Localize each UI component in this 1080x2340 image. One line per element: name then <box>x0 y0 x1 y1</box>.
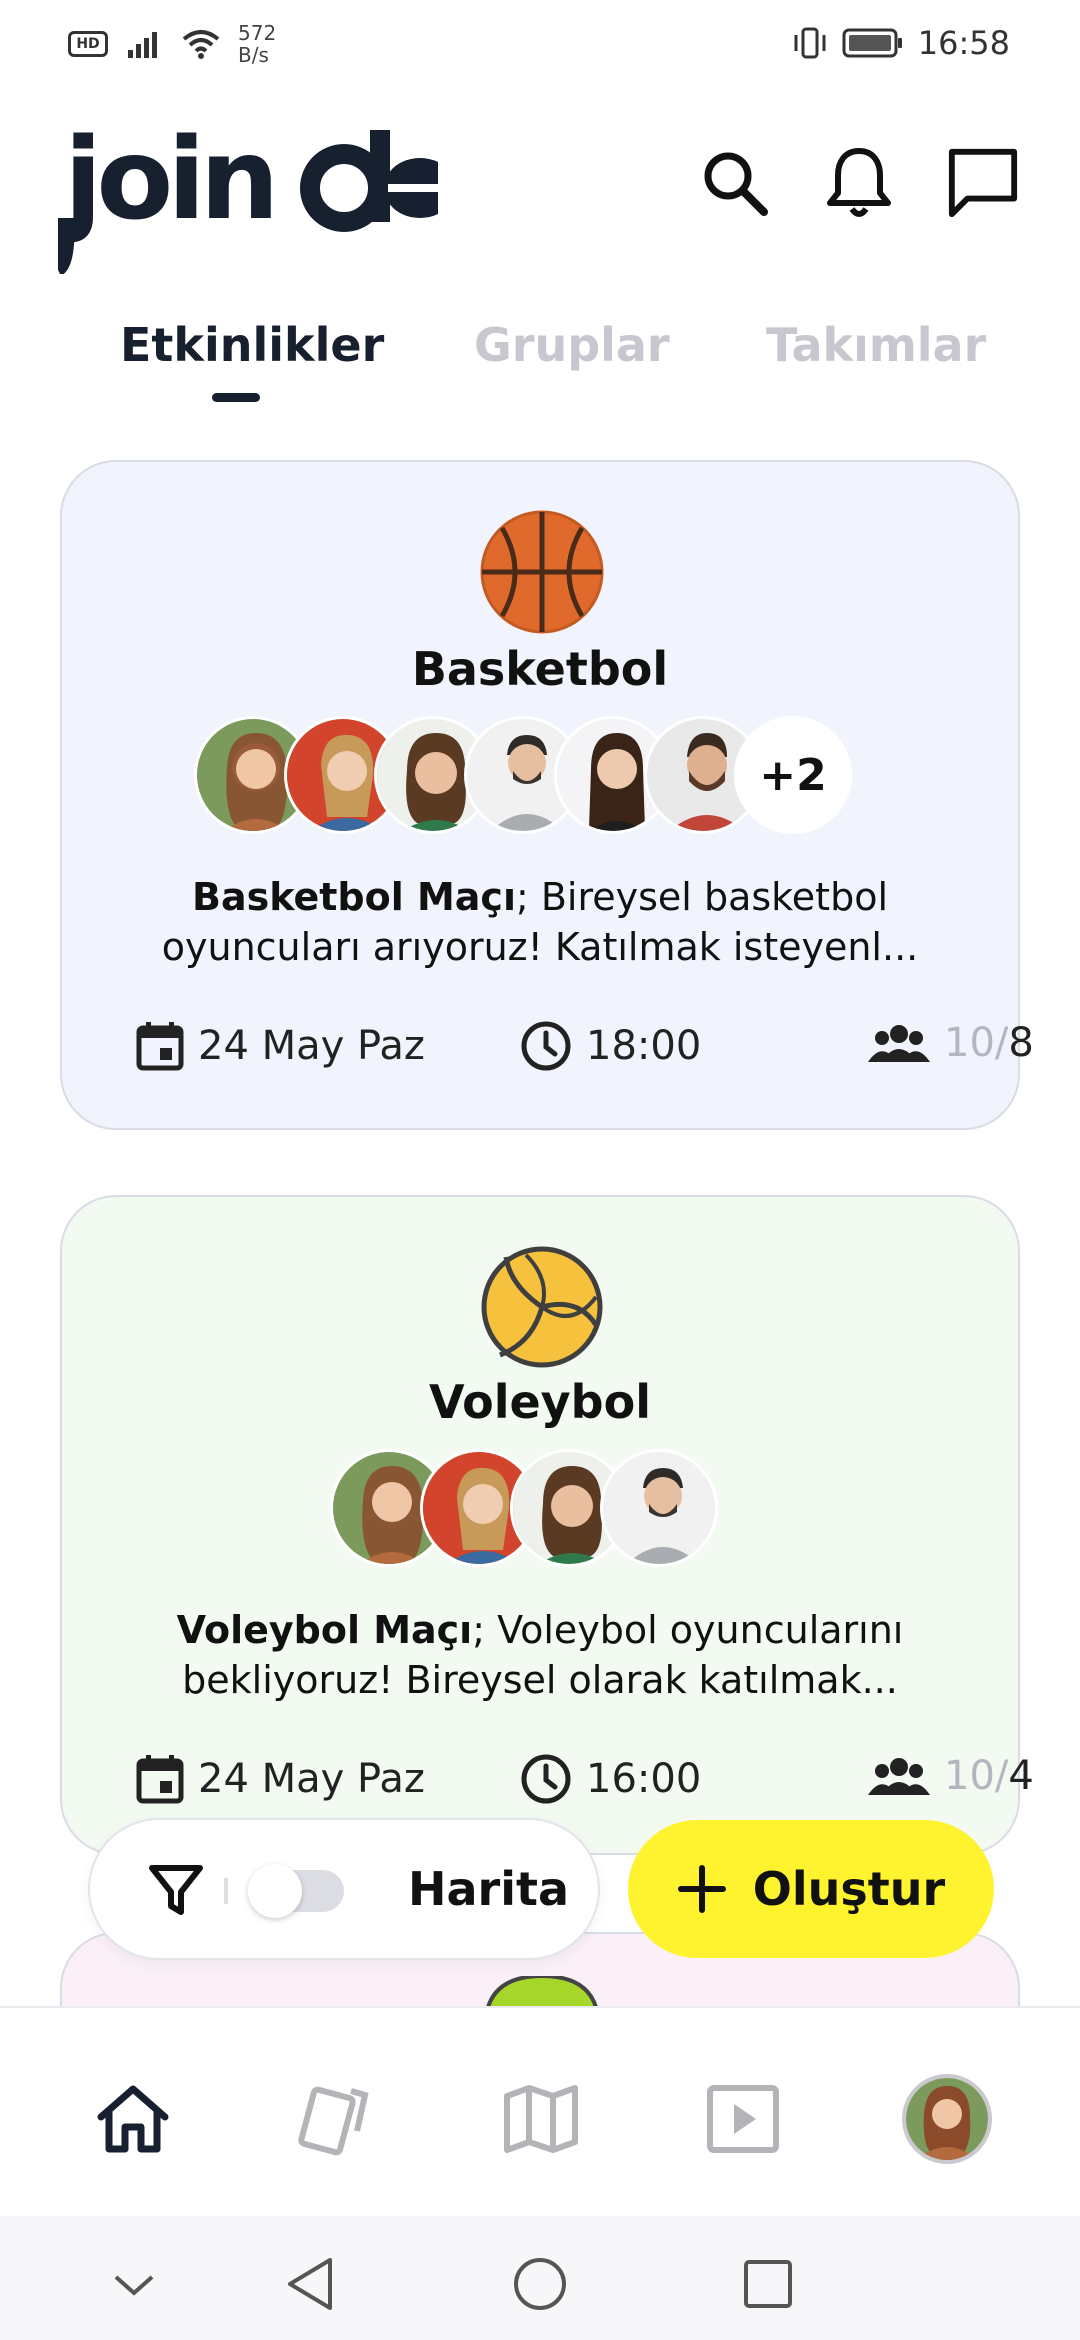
speed-value: 572 <box>238 21 277 45</box>
vibrate-icon <box>794 27 826 59</box>
event-card-basketbol[interactable]: Basketbol +2 Basketbol Maçı; Bireysel ba… <box>60 460 1034 1130</box>
bell-icon <box>827 148 891 217</box>
network-speed: 572 B/s <box>238 22 276 66</box>
clock: 16:58 <box>917 24 1010 62</box>
map-label[interactable]: Harita <box>408 1862 569 1916</box>
bottom-nav <box>0 2006 1080 2216</box>
capacity-total: 4 <box>1008 1753 1034 1799</box>
recents-button[interactable] <box>738 2254 798 2314</box>
filter-map-bar: Harita <box>88 1818 600 1960</box>
wifi-icon <box>182 30 220 59</box>
messages-button[interactable] <box>946 146 1020 220</box>
volleyball-icon <box>481 1246 603 1368</box>
filter-icon[interactable] <box>146 1860 206 1920</box>
cards-icon <box>298 2086 369 2156</box>
capacity-total: 8 <box>1008 1020 1034 1066</box>
event-card-voleybol[interactable]: Voleybol Voleybol Maçı; Voleybol oyuncul… <box>60 1195 1034 1855</box>
back-icon <box>288 2258 332 2310</box>
nav-videos[interactable] <box>698 2074 788 2164</box>
tab-bar: Etkinlikler Gruplar Takımlar <box>0 300 1080 410</box>
event-time: 16:00 <box>520 1753 701 1805</box>
collapse-button[interactable] <box>104 2254 164 2314</box>
map-toggle[interactable] <box>248 1864 344 1918</box>
nav-cards[interactable] <box>292 2074 382 2164</box>
home-button[interactable] <box>510 2254 570 2314</box>
event-date-text: 24 May Paz <box>198 1756 425 1802</box>
nav-map[interactable] <box>496 2074 586 2164</box>
more-participants-badge[interactable]: +2 <box>734 716 852 834</box>
people-icon <box>868 1025 930 1062</box>
capacity-separator: / <box>994 1753 1009 1799</box>
event-title: Basketbol <box>411 642 669 696</box>
logo-text: join <box>60 115 273 245</box>
search-icon <box>704 152 768 216</box>
calendar-icon <box>136 1755 184 1804</box>
joinde-logo: join <box>58 115 438 274</box>
battery-icon <box>842 28 902 58</box>
participant-avatars[interactable]: +2 <box>194 716 852 834</box>
home-icon <box>97 2085 169 2153</box>
home-circle-icon <box>514 2258 566 2310</box>
notifications-button[interactable] <box>822 146 896 220</box>
create-label: Oluştur <box>752 1862 946 1916</box>
event-capacity: 10/8 <box>868 1020 1034 1066</box>
profile-avatar <box>902 2074 992 2164</box>
avatar <box>600 1449 718 1567</box>
back-button[interactable] <box>280 2254 340 2314</box>
event-meta: 24 May Paz 16:00 10/4 <box>118 1753 1034 1813</box>
event-meta: 24 May Paz 18:00 10/8 <box>118 1020 1034 1080</box>
nav-home[interactable] <box>88 2074 178 2164</box>
tab-gruplar[interactable]: Gruplar <box>474 318 670 372</box>
create-button[interactable]: Oluştur <box>628 1820 994 1958</box>
search-button[interactable] <box>698 146 772 220</box>
event-desc-title: Voleybol Maçı <box>176 1608 473 1652</box>
chat-icon <box>948 148 1018 218</box>
event-description: Basketbol Maçı; Bireysel basketbol oyunc… <box>152 872 928 972</box>
play-icon <box>707 2085 779 2153</box>
tab-etkinlikler[interactable]: Etkinlikler <box>120 318 384 372</box>
toggle-knob <box>248 1864 302 1918</box>
plus-icon <box>677 1865 726 1913</box>
system-nav-bar <box>0 2216 1080 2340</box>
event-date: 24 May Paz <box>136 1020 425 1072</box>
map-icon <box>504 2085 578 2153</box>
basketball-icon <box>480 510 604 634</box>
status-bar: HD 572 B/s 16:58 <box>0 0 1080 92</box>
event-capacity: 10/4 <box>868 1753 1034 1799</box>
app-header: join <box>0 100 1080 274</box>
people-icon <box>868 1758 930 1795</box>
event-time-text: 16:00 <box>586 1756 702 1802</box>
event-date-text: 24 May Paz <box>198 1023 425 1069</box>
collapse-icon <box>114 2275 154 2296</box>
tab-takimlar[interactable]: Takımlar <box>766 318 986 372</box>
event-desc-title: Basketbol Maçı <box>191 875 516 919</box>
divider <box>224 1878 228 1904</box>
capacity-current: 10 <box>944 1020 995 1066</box>
event-description: Voleybol Maçı; Voleybol oyuncularını bek… <box>152 1605 928 1705</box>
calendar-icon <box>136 1022 184 1071</box>
hd-badge: HD <box>68 31 108 57</box>
event-time: 18:00 <box>520 1020 701 1072</box>
participant-avatars[interactable] <box>330 1449 718 1567</box>
capacity-current: 10 <box>944 1753 995 1799</box>
event-time-text: 18:00 <box>586 1023 702 1069</box>
capacity-separator: / <box>994 1020 1009 1066</box>
event-title: Voleybol <box>429 1375 651 1429</box>
clock-icon <box>521 1021 571 1071</box>
signal-icon <box>128 32 157 58</box>
speed-unit: B/s <box>238 43 269 67</box>
clock-icon <box>521 1754 571 1804</box>
recents-icon <box>744 2260 792 2308</box>
nav-profile[interactable] <box>902 2074 992 2164</box>
active-tab-indicator <box>212 393 260 402</box>
event-date: 24 May Paz <box>136 1753 425 1805</box>
